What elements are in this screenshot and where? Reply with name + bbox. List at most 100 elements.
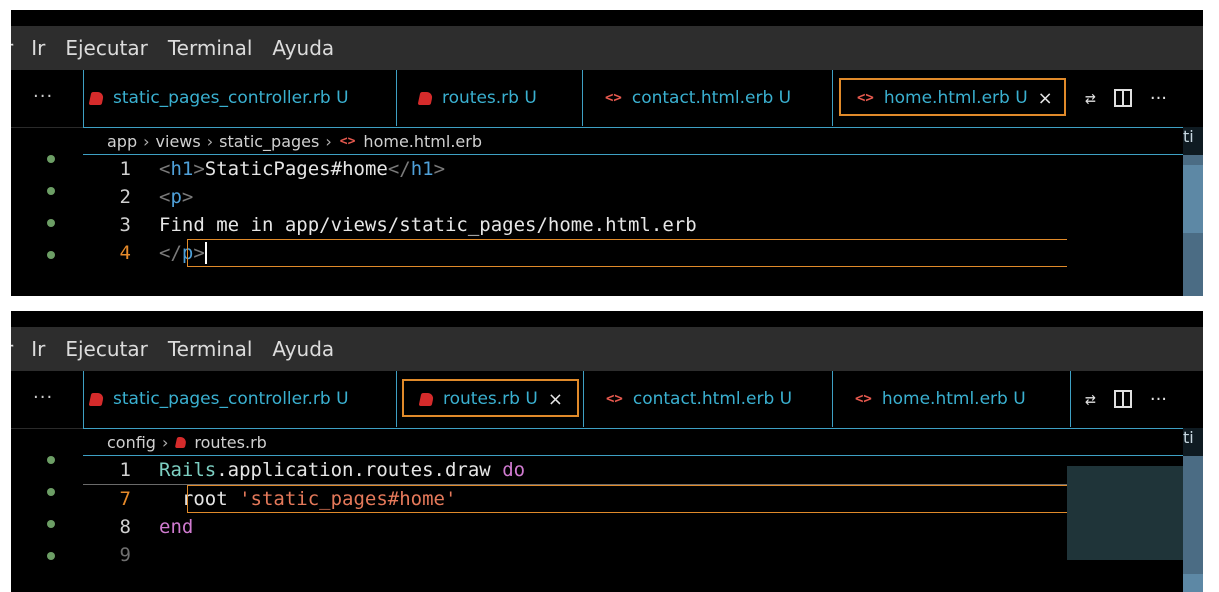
editor-pane-bottom: ‾‾ r Ir Ejecutar Terminal Ayuda ··· stat… (11, 311, 1203, 592)
chevron-right-icon: › (325, 131, 332, 151)
line-number: 2 (119, 186, 131, 208)
more-actions-icon[interactable]: ··· (1150, 389, 1167, 410)
tab-label: contact.html.erb U (631, 88, 792, 108)
html-file-icon: <> (339, 133, 356, 149)
breadcrumb: app › views › static_pages › <> home.htm… (83, 127, 1203, 155)
ruby-file-icon (88, 392, 105, 406)
code-line-current: 4 </p> (83, 239, 1067, 267)
line-number: 9 (119, 544, 131, 566)
line-number: 1 (119, 158, 131, 180)
split-editor-icon[interactable] (1113, 390, 1132, 408)
code-text: end (159, 516, 194, 538)
tab-static-pages-controller[interactable]: static_pages_controller.rb U (84, 70, 397, 126)
more-actions-icon[interactable]: ··· (1150, 88, 1167, 109)
breadcrumb: config › routes.rb (83, 428, 1203, 456)
breadcrumb-item[interactable]: config (107, 433, 156, 452)
overflow-tabs-button[interactable]: ··· (33, 86, 53, 107)
current-line-highlight (187, 239, 1067, 267)
tab-bar: ··· static_pages_controller.rb U routes.… (11, 371, 1203, 429)
minimap[interactable] (1067, 155, 1183, 296)
minimap[interactable] (1067, 466, 1183, 560)
vertical-scrollbar[interactable] (1183, 155, 1203, 296)
breadcrumb-item[interactable]: home.html.erb (363, 132, 482, 151)
tab-routes[interactable]: routes.rb U × (402, 371, 579, 427)
code-line: 9 (83, 541, 1067, 569)
tab-label: static_pages_controller.rb U (113, 389, 349, 409)
code-text: Rails.application.routes.draw do (159, 459, 526, 481)
menu-bar: r Ir Ejecutar Terminal Ayuda (11, 327, 1203, 371)
vertical-scrollbar[interactable] (1183, 456, 1203, 592)
change-marker (47, 155, 55, 163)
scrollbar-thumb[interactable] (1183, 574, 1203, 592)
tab-static-pages-controller[interactable]: static_pages_controller.rb U (84, 371, 397, 427)
chevron-right-icon: › (143, 131, 150, 151)
tab-label: routes.rb U (442, 88, 537, 108)
change-marker (47, 251, 55, 259)
chevron-right-icon: › (161, 432, 169, 452)
tab-label: contact.html.erb U (632, 389, 793, 409)
code-line-current: 7 root 'static_pages#home' (83, 485, 1067, 513)
tab-label: static_pages_controller.rb U (113, 88, 349, 108)
code-line: 2 <p> (83, 183, 1067, 211)
gutter-markers (47, 155, 59, 283)
chevron-right-icon: › (206, 131, 214, 151)
tab-home[interactable]: <> home.html.erb U × (839, 70, 1066, 126)
current-line-highlight (187, 485, 1067, 513)
code-text: <h1>StaticPages#home</h1> (159, 158, 446, 180)
tab-home[interactable]: <> home.html.erb U (833, 371, 1071, 427)
change-marker (47, 187, 55, 195)
change-marker (47, 488, 55, 496)
ruby-file-icon (418, 392, 435, 406)
compare-changes-icon[interactable]: ⇄ (1085, 88, 1096, 109)
ruby-file-icon (175, 436, 188, 448)
code-line: 1 <h1>StaticPages#home</h1> (83, 155, 1067, 183)
code-text: <p> (159, 186, 194, 208)
menu-item-terminal[interactable]: Terminal (168, 36, 253, 60)
line-number: 3 (119, 214, 131, 236)
menu-bar: r Ir Ejecutar Terminal Ayuda (11, 26, 1203, 70)
code-line: 3 Find me in app/views/static_pages/home… (83, 211, 1067, 239)
partial-text: ti (1183, 127, 1203, 155)
editor-pane-top: ‾‾ r Ir Ejecutar Terminal Ayuda ··· stat… (11, 10, 1203, 296)
breadcrumb-item[interactable]: routes.rb (194, 433, 266, 452)
tab-routes[interactable]: routes.rb U (397, 70, 583, 126)
code-editor[interactable]: 1 <h1>StaticPages#home</h1> 2 <p> 3 Find… (83, 155, 1067, 296)
split-editor-icon[interactable] (1113, 89, 1132, 107)
change-marker (47, 219, 55, 227)
overflow-tabs-button[interactable]: ··· (33, 387, 53, 408)
editor-actions: ⇄ ··· (1071, 371, 1203, 427)
code-line: 8 end (83, 513, 1067, 541)
menu-item-ir[interactable]: Ir (31, 337, 45, 361)
breadcrumb-item[interactable]: views (156, 132, 201, 151)
html-file-icon: <> (855, 391, 872, 407)
html-file-icon: <> (606, 391, 623, 407)
tab-bar: ··· static_pages_controller.rb U routes.… (11, 70, 1203, 128)
ruby-file-icon (88, 91, 105, 105)
breadcrumb-item[interactable]: static_pages (219, 132, 319, 151)
change-marker (47, 520, 55, 528)
tab-contact[interactable]: <> contact.html.erb U (583, 70, 833, 126)
scrollbar-thumb[interactable] (1183, 165, 1203, 233)
menu-item-ir[interactable]: Ir (31, 36, 45, 60)
code-line-sticky: 1 Rails.application.routes.draw do (83, 456, 1067, 485)
code-text: Find me in app/views/static_pages/home.h… (159, 214, 697, 236)
editor-actions: ⇄ ··· (1071, 70, 1203, 126)
line-number: 4 (119, 242, 131, 264)
menu-item-ejecutar[interactable]: Ejecutar (65, 337, 148, 361)
code-editor[interactable]: 1 Rails.application.routes.draw do 7 roo… (83, 456, 1067, 592)
gutter-markers (47, 456, 59, 584)
partial-text: ti (1183, 428, 1203, 456)
ruby-file-icon (417, 91, 434, 105)
menu-item-cut[interactable]: r (11, 337, 13, 361)
breadcrumb-item[interactable]: app (107, 132, 137, 151)
menu-item-ejecutar[interactable]: Ejecutar (65, 36, 148, 60)
tab-label: home.html.erb U (881, 389, 1026, 409)
tab-contact[interactable]: <> contact.html.erb U (583, 371, 833, 427)
menu-item-ayuda[interactable]: Ayuda (272, 36, 334, 60)
menu-item-ayuda[interactable]: Ayuda (272, 337, 334, 361)
menu-item-cut[interactable]: r (11, 36, 13, 60)
titlebar-fragment: ‾‾ (11, 311, 1203, 327)
html-file-icon: <> (605, 90, 622, 106)
compare-changes-icon[interactable]: ⇄ (1085, 389, 1096, 410)
menu-item-terminal[interactable]: Terminal (168, 337, 253, 361)
